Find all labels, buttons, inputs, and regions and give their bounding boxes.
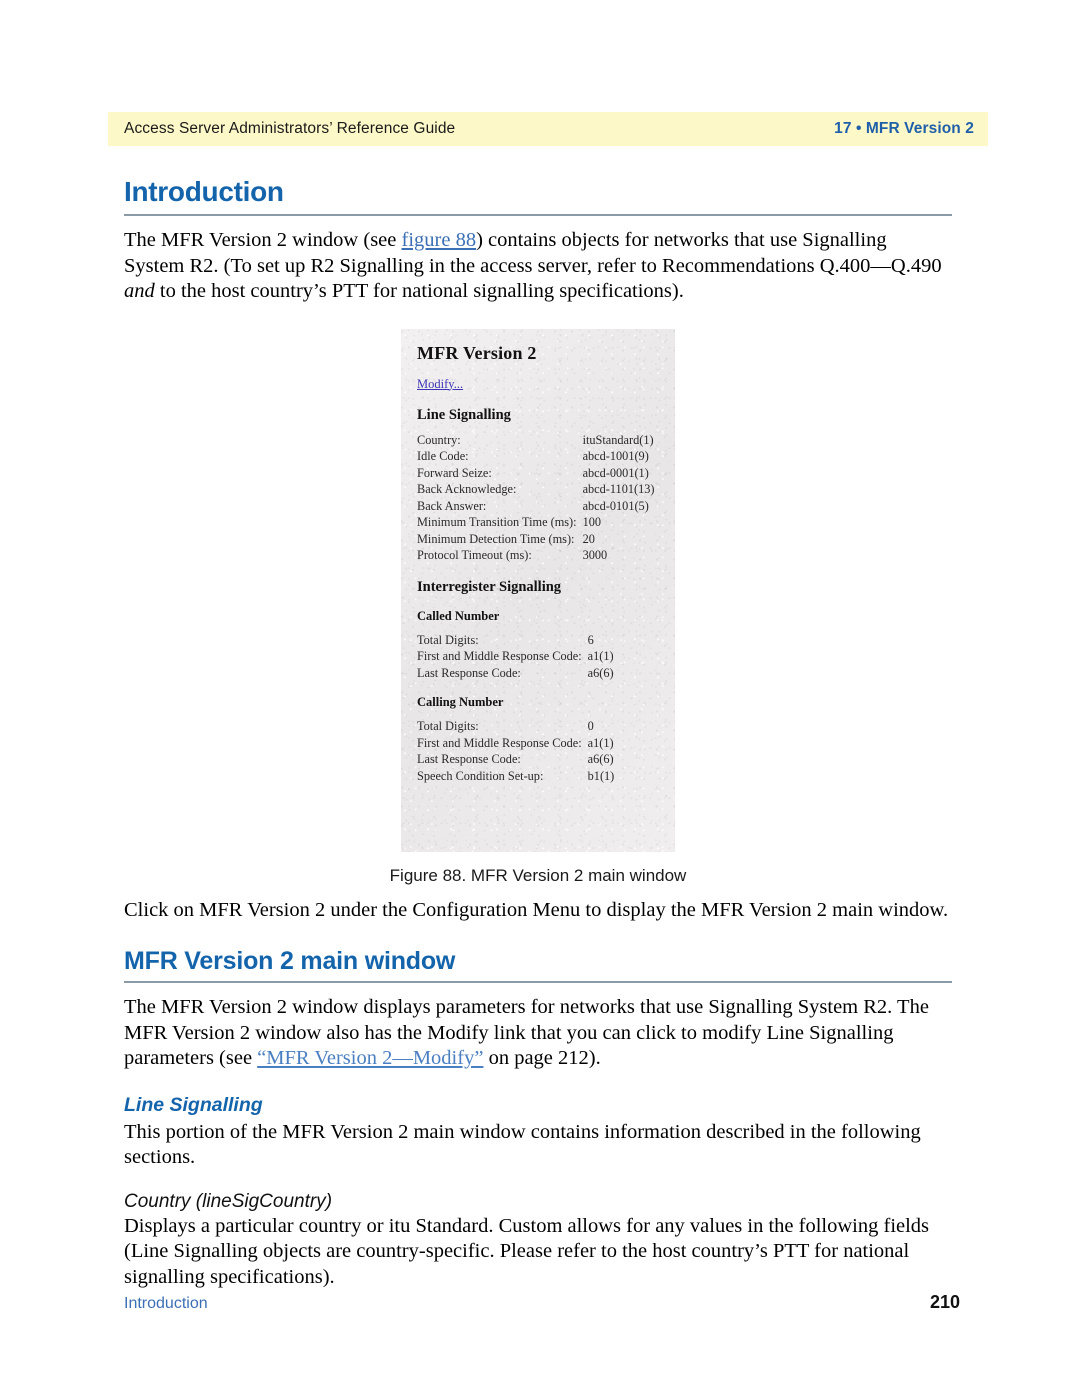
window-heading: MFR Version 2 bbox=[417, 342, 537, 363]
called-number-heading: Called Number bbox=[417, 608, 500, 623]
intro-text-post: to the host country’s PTT for national s… bbox=[154, 280, 684, 302]
page-content: Introduction The MFR Version 2 window (s… bbox=[124, 176, 952, 1296]
table-row: Forward Seize: abcd-0001(1) bbox=[417, 466, 655, 483]
modify-link[interactable]: Modify... bbox=[417, 377, 463, 392]
line-signalling-table: Country: ituStandard(1) Idle Code: abcd-… bbox=[417, 433, 655, 565]
line-signalling-heading: Line Signalling bbox=[417, 406, 511, 423]
header-chapter-title: 17 • MFR Version 2 bbox=[834, 120, 974, 137]
row-value: a1(1) bbox=[587, 735, 614, 750]
running-header: Access Server Administrators’ Reference … bbox=[108, 112, 988, 146]
row-label: Idle Code: bbox=[417, 449, 469, 463]
mfr-modify-cross-reference-link[interactable]: “MFR Version 2—Modify” bbox=[257, 1047, 483, 1069]
main-window-text-post: on page 212). bbox=[483, 1047, 601, 1069]
table-row: Speech Condition Set-up: b1(1) bbox=[417, 769, 614, 786]
row-value: b1(1) bbox=[587, 768, 615, 783]
table-row: Total Digits: 6 bbox=[417, 633, 614, 650]
row-value: a6(6) bbox=[587, 665, 614, 680]
row-value: a6(6) bbox=[587, 752, 614, 766]
row-value: 20 bbox=[582, 531, 595, 546]
row-label: Minimum Transition Time (ms): bbox=[417, 515, 577, 529]
table-row: Idle Code: abcd-1001(9) bbox=[417, 449, 655, 466]
main-window-paragraph: The MFR Version 2 window displays parame… bbox=[124, 995, 952, 1072]
row-label: Minimum Detection Time (ms): bbox=[417, 531, 575, 546]
page-footer: Introduction 210 bbox=[124, 1292, 960, 1313]
table-row: Total Digits: 0 bbox=[417, 719, 614, 736]
intro-paragraph: The MFR Version 2 window (see figure 88)… bbox=[124, 228, 952, 305]
row-label: Last Response Code: bbox=[417, 752, 521, 766]
table-row: Protocol Timeout (ms): 3000 bbox=[417, 548, 655, 565]
row-value: ituStandard(1) bbox=[582, 432, 654, 447]
row-value: abcd-1101(13) bbox=[582, 482, 655, 496]
figure-88: MFR Version 2 Modify... Line Signalling … bbox=[124, 329, 952, 852]
page-title: Introduction bbox=[124, 176, 284, 207]
table-row: Country: ituStandard(1) bbox=[417, 433, 655, 450]
line-signalling-paragraph: This portion of the MFR Version 2 main w… bbox=[124, 1120, 921, 1169]
figure-88-link[interactable]: figure 88 bbox=[402, 229, 477, 251]
table-row: Minimum Detection Time (ms): 20 bbox=[417, 532, 655, 549]
row-value: 100 bbox=[582, 515, 602, 529]
row-value: 0 bbox=[587, 719, 594, 733]
row-label: Country: bbox=[417, 432, 461, 447]
row-label: First and Middle Response Code: bbox=[417, 735, 582, 750]
title-rule bbox=[124, 214, 952, 216]
subsection-heading-line-signalling: Line Signalling bbox=[124, 1093, 263, 1116]
row-label: Total Digits: bbox=[417, 632, 479, 647]
row-label: Speech Condition Set-up: bbox=[417, 768, 544, 783]
country-paragraph: Displays a particular country or itu Sta… bbox=[124, 1214, 930, 1288]
table-row: Back Answer: abcd-0101(5) bbox=[417, 499, 655, 516]
row-label: Back Acknowledge: bbox=[417, 482, 517, 496]
after-figure-paragraph: Click on MFR Version 2 under the Configu… bbox=[124, 898, 949, 921]
section-rule bbox=[124, 981, 952, 983]
row-label: First and Middle Response Code: bbox=[417, 649, 582, 663]
table-row: Last Response Code: a6(6) bbox=[417, 666, 614, 683]
intro-text-emphasis: and bbox=[124, 280, 155, 302]
row-value: a1(1) bbox=[587, 649, 614, 663]
row-label: Back Answer: bbox=[417, 498, 487, 513]
row-label: Total Digits: bbox=[417, 719, 479, 733]
row-label: Forward Seize: bbox=[417, 465, 492, 480]
table-row: First and Middle Response Code: a1(1) bbox=[417, 736, 614, 753]
table-row: Minimum Transition Time (ms): 100 bbox=[417, 515, 655, 532]
row-value: 3000 bbox=[582, 548, 608, 562]
intro-text-pre: The MFR Version 2 window (see bbox=[124, 229, 402, 251]
header-guide-title: Access Server Administrators’ Reference … bbox=[124, 120, 456, 137]
row-label: Protocol Timeout (ms): bbox=[417, 548, 532, 562]
calling-number-heading: Calling Number bbox=[417, 695, 504, 709]
subsection-heading-country: Country (lineSigCountry) bbox=[124, 1190, 333, 1212]
table-row: Back Acknowledge: abcd-1101(13) bbox=[417, 482, 655, 499]
page-number: 210 bbox=[929, 1292, 960, 1312]
called-number-table: Total Digits: 6 First and Middle Respons… bbox=[417, 633, 614, 683]
row-value: abcd-0001(1) bbox=[582, 465, 649, 480]
row-label: Last Response Code: bbox=[417, 665, 521, 680]
table-row: First and Middle Response Code: a1(1) bbox=[417, 649, 614, 666]
row-value: abcd-1001(9) bbox=[582, 449, 649, 463]
table-row: Last Response Code: a6(6) bbox=[417, 752, 614, 769]
calling-number-table: Total Digits: 0 First and Middle Respons… bbox=[417, 719, 614, 785]
section-heading-mfr-main-window: MFR Version 2 main window bbox=[124, 947, 456, 975]
figure-caption: Figure 88. MFR Version 2 main window bbox=[389, 865, 687, 885]
row-value: abcd-0101(5) bbox=[582, 498, 649, 513]
footer-section-label: Introduction bbox=[124, 1295, 208, 1312]
row-value: 6 bbox=[587, 632, 594, 647]
interregister-signalling-heading: Interregister Signalling bbox=[417, 578, 562, 595]
mfr-version-2-window: MFR Version 2 Modify... Line Signalling … bbox=[401, 329, 675, 852]
